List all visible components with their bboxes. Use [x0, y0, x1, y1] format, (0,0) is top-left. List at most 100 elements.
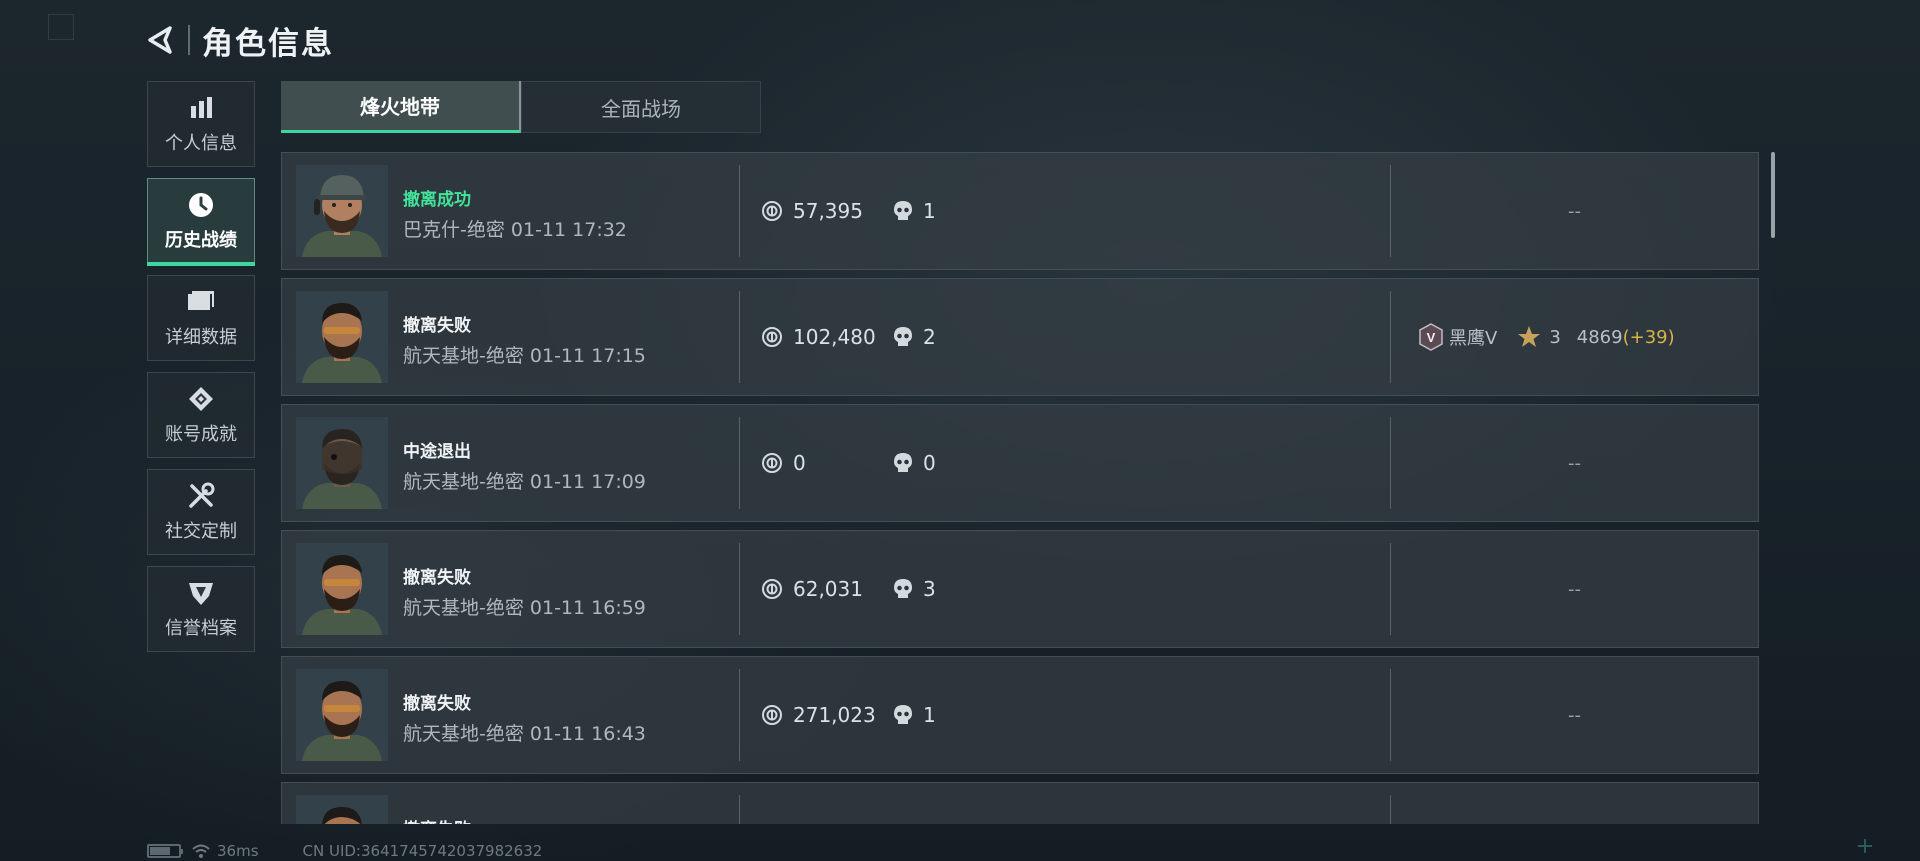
status-footer: 36ms CN UID:3641745742037982632 — [147, 841, 542, 861]
battery-fill — [150, 847, 170, 855]
kill-count: 0 — [893, 405, 936, 521]
column-divider — [739, 669, 740, 761]
map-and-time: 航天基地-绝密 01-11 16:59 — [403, 597, 646, 619]
match-row[interactable]: 中途退出航天基地-绝密 01-11 17:09 0 0 -- — [281, 404, 1759, 522]
tab-full-battlefield[interactable]: 全面战场 — [521, 81, 761, 133]
map-and-time: 巴克什-绝密 01-11 17:32 — [403, 219, 627, 241]
rank-change: V 黑鹰V 3 4869 (+39) — [1417, 279, 1675, 395]
tools-icon — [186, 481, 216, 511]
column-divider — [739, 795, 740, 824]
sidebar-item-reputation[interactable]: 信誉档案 — [147, 566, 255, 652]
sidebar-item-social-custom[interactable]: 社交定制 — [147, 469, 255, 555]
kill-count: 2 — [893, 279, 936, 395]
match-status: 撤离失败 — [403, 568, 471, 588]
skull-icon — [894, 579, 912, 598]
column-divider — [1390, 291, 1391, 383]
skull-icon — [894, 705, 912, 724]
kill-count-value: 3 — [923, 577, 936, 601]
kill-count: 1 — [893, 153, 936, 269]
svg-text:V: V — [1427, 330, 1436, 345]
sidebar-item-detailed-data[interactable]: 详细数据 — [147, 275, 255, 361]
column-divider — [739, 165, 740, 257]
ping-value: 36ms — [217, 842, 259, 860]
match-row[interactable]: 撤离失败航天基地-绝密 01-11 16:59 62,031 3 -- — [281, 530, 1759, 648]
sidebar-item-achievements[interactable]: 账号成就 — [147, 372, 255, 458]
operator-avatar — [296, 165, 388, 257]
sidebar-item-label: 社交定制 — [165, 521, 237, 542]
map-and-time: 航天基地-绝密 01-11 17:15 — [403, 345, 646, 367]
coin-icon — [762, 453, 782, 473]
uid-text: CN UID:3641745742037982632 — [302, 842, 543, 860]
skull-icon — [894, 201, 912, 220]
back-button[interactable] — [146, 20, 182, 60]
sidebar-item-label: 账号成就 — [165, 424, 237, 445]
kill-count: 3 — [893, 531, 936, 647]
shield-icon — [186, 578, 216, 608]
kill-count-value: 0 — [923, 451, 936, 475]
rank-stars: 3 — [1549, 326, 1561, 348]
kill-count-value: 1 — [923, 703, 936, 727]
operator-avatar — [296, 543, 388, 635]
corner-frame-decoration — [48, 14, 74, 40]
sidebar-item-personal-info[interactable]: 个人信息 — [147, 81, 255, 167]
extracted-value: 102,480 — [761, 279, 876, 395]
rank-badge-icon: V — [1419, 323, 1443, 351]
map-and-time: 航天基地-绝密 01-11 17:09 — [403, 471, 646, 493]
kill-count-value: 1 — [923, 199, 936, 223]
page-title: 角色信息 — [202, 25, 334, 62]
extracted-value-amount: 62,031 — [793, 577, 863, 601]
coin-icon — [762, 201, 782, 221]
column-divider — [739, 291, 740, 383]
sidebar-item-label: 信誉档案 — [165, 618, 237, 639]
tab-hazard-zone[interactable]: 烽火地带 — [281, 81, 521, 133]
coin-icon — [762, 705, 782, 725]
match-row[interactable]: 撤离失败 航天基地-绝密 01-11 17:15 102,480 2 V 黑鹰V 3 4869… — [281, 278, 1759, 396]
skull-icon — [894, 453, 912, 472]
operator-avatar — [296, 669, 388, 761]
page-header: 角色信息 — [146, 18, 334, 62]
rank-placeholder: -- — [1568, 578, 1581, 600]
sidebar-item-match-history[interactable]: 历史战绩 — [147, 178, 255, 266]
match-row[interactable]: 撤离失败 — [281, 782, 1759, 824]
map-and-time: 航天基地-绝密 01-11 16:43 — [403, 723, 646, 745]
match-history-list: 撤离成功 巴克什-绝密 01-11 17:32 57,395 1 -- 撤离失败 航天基地-… — [281, 152, 1759, 824]
sidebar-item-label: 个人信息 — [165, 133, 237, 154]
kill-count: 1 — [893, 657, 936, 773]
operator-avatar — [296, 795, 388, 824]
sidebar-item-label: 详细数据 — [165, 327, 237, 348]
column-divider — [739, 543, 740, 635]
star-icon — [1518, 326, 1541, 347]
extracted-value-amount: 271,023 — [793, 703, 876, 727]
rank-placeholder: -- — [1568, 200, 1581, 222]
medal-icon — [186, 384, 216, 414]
extracted-value-amount: 102,480 — [793, 325, 876, 349]
extracted-value: 271,023 — [761, 657, 876, 773]
crosshair-decoration — [1858, 839, 1872, 853]
extracted-value: 57,395 — [761, 153, 863, 269]
match-status: 中途退出 — [403, 442, 471, 462]
mode-tabs: 烽火地带 全面战场 — [281, 81, 761, 133]
scrollbar-thumb[interactable] — [1771, 152, 1775, 238]
extracted-value: 62,031 — [761, 531, 863, 647]
extracted-value-amount: 0 — [793, 451, 806, 475]
skull-icon — [894, 327, 912, 346]
column-divider — [739, 417, 740, 509]
match-status: 撤离失败 — [403, 694, 471, 714]
rank-placeholder: -- — [1568, 704, 1581, 726]
extracted-value-amount: 57,395 — [793, 199, 863, 223]
operator-avatar — [296, 291, 388, 383]
coin-icon — [762, 327, 782, 347]
sidebar-item-label: 历史战绩 — [165, 230, 237, 251]
match-row[interactable]: 撤离成功 巴克什-绝密 01-11 17:32 57,395 1 -- — [281, 152, 1759, 270]
coin-icon — [762, 579, 782, 599]
match-row[interactable]: 撤离失败航天基地-绝密 01-11 16:43 271,023 1 -- — [281, 656, 1759, 774]
clock-icon — [186, 190, 216, 220]
list-scrollbar[interactable] — [1771, 152, 1775, 824]
title-separator — [188, 25, 190, 55]
sidebar: 个人信息 历史战绩 详细数据 账号成就 社交定制 信誉档案 — [147, 81, 257, 663]
rank-placeholder: -- — [1568, 452, 1581, 474]
back-arrow-icon — [148, 26, 172, 54]
operator-avatar — [296, 417, 388, 509]
match-status: 撤离失败 — [403, 316, 471, 336]
kill-count-value: 2 — [923, 325, 936, 349]
